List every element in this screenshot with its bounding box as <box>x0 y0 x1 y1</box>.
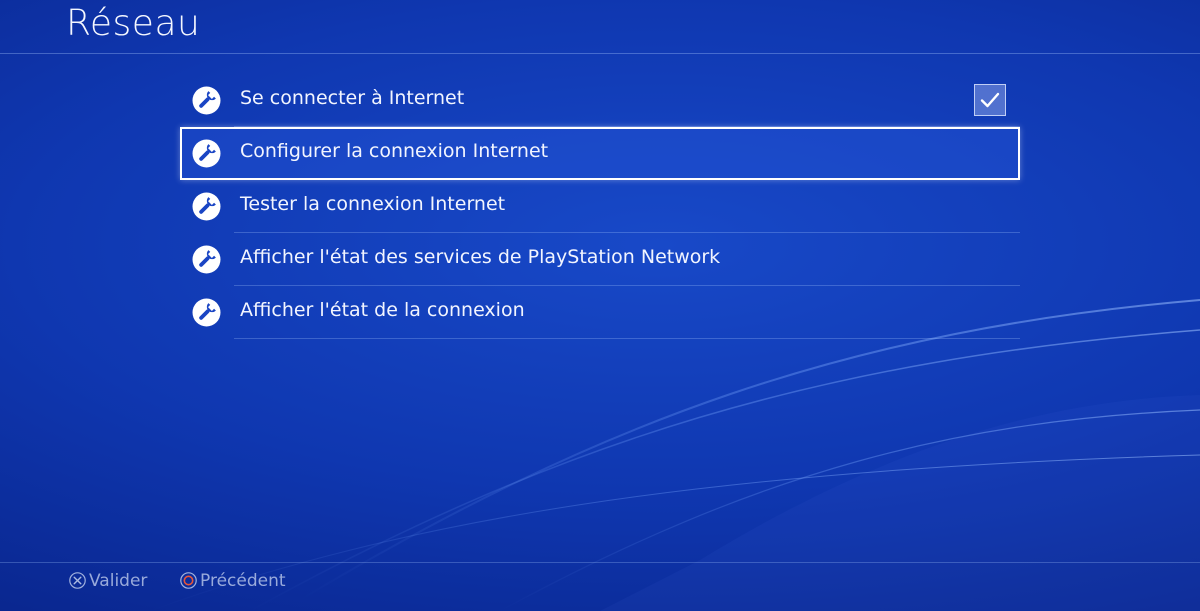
menu-item-label: Configurer la connexion Internet <box>240 140 549 162</box>
header-bar: Réseau <box>0 0 1200 54</box>
confirm-hint[interactable]: Valider <box>69 571 147 591</box>
menu-item-label: Afficher l'état des services de PlayStat… <box>240 246 721 268</box>
footer-hints: Valider Précédent <box>0 562 1200 611</box>
menu-item-psn-status[interactable]: Afficher l'état des services de PlayStat… <box>180 233 1020 286</box>
divider <box>234 338 1020 339</box>
checkmark-icon <box>980 92 1000 108</box>
wrench-icon <box>192 298 221 327</box>
wrench-icon <box>192 245 221 274</box>
menu-item-test-connection[interactable]: Tester la connexion Internet <box>180 180 1020 233</box>
circle-button-icon <box>180 572 197 589</box>
back-hint[interactable]: Précédent <box>180 571 286 591</box>
cross-button-icon <box>69 572 86 589</box>
menu-item-connection-status[interactable]: Afficher l'état de la connexion <box>180 286 1020 339</box>
confirm-hint-label: Valider <box>89 571 148 591</box>
wrench-icon <box>192 139 221 168</box>
menu-item-connect-internet[interactable]: Se connecter à Internet <box>180 74 1020 127</box>
menu-item-configure-connection[interactable]: Configurer la connexion Internet <box>180 127 1020 180</box>
menu-item-label: Se connecter à Internet <box>240 87 465 109</box>
back-hint-label: Précédent <box>200 571 286 591</box>
connect-checkbox[interactable] <box>974 84 1006 116</box>
menu-item-label: Tester la connexion Internet <box>240 193 506 215</box>
wrench-icon <box>192 86 221 115</box>
wrench-icon <box>192 192 221 221</box>
menu-item-label: Afficher l'état de la connexion <box>240 299 525 321</box>
page-title: Réseau <box>66 3 201 44</box>
network-menu: Se connecter à Internet Configurer la co… <box>180 74 1020 339</box>
